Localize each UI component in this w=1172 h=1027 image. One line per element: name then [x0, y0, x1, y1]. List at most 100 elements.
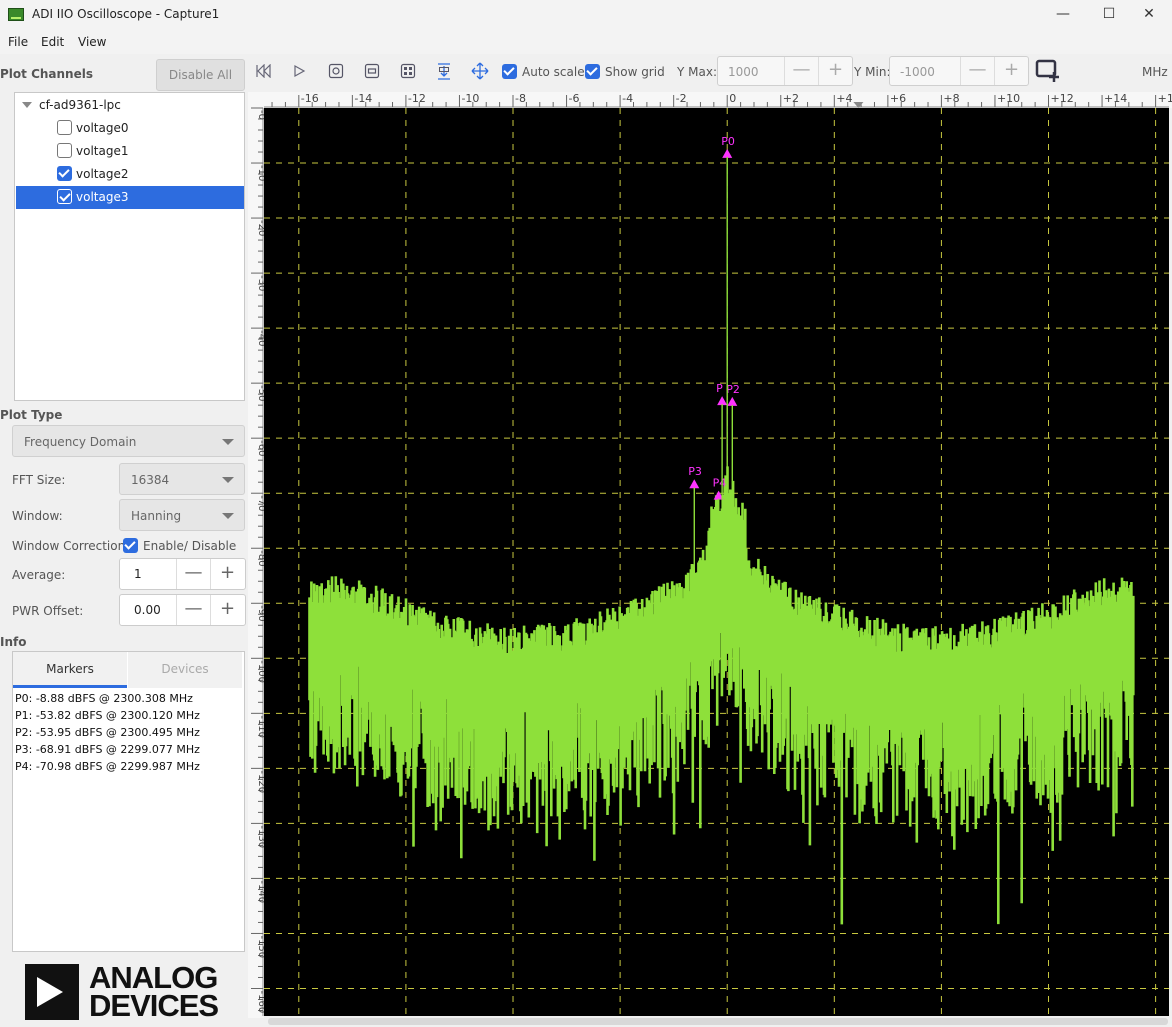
chevron-down-icon [222, 439, 234, 445]
ymax-spinbox[interactable]: 1000 — + [717, 56, 853, 86]
auto-scale-checkbox[interactable] [502, 64, 517, 79]
skip-start-icon[interactable] [256, 64, 272, 78]
ymax-increment-button[interactable]: + [818, 57, 852, 85]
plot-type-value: Frequency Domain [24, 435, 137, 449]
plot-type-select[interactable]: Frequency Domain [12, 425, 245, 457]
window-select[interactable]: Hanning [119, 499, 245, 531]
average-decrement-button[interactable]: — [176, 559, 210, 589]
window-correction-label: Window Correction: [12, 539, 130, 553]
fft-size-value: 16384 [131, 473, 170, 487]
single-capture-icon[interactable] [328, 63, 344, 79]
pwr-offset-spinbox[interactable]: 0.00 — + [119, 594, 246, 626]
pwr-offset-value: 0.00 [134, 603, 161, 617]
stop-icon[interactable] [364, 63, 380, 79]
info-label: Info [0, 635, 27, 649]
analog-devices-logo: ANALOG DEVICES [25, 962, 225, 1022]
frequency-unit: MHz [1142, 65, 1168, 79]
marker-label: P3 [688, 465, 702, 478]
x-tick-label: +10 [997, 92, 1020, 105]
horizontal-scrollbar[interactable] [268, 1018, 1168, 1025]
fft-size-label: FFT Size: [12, 473, 66, 487]
channel-label: voltage2 [76, 167, 129, 181]
collapse-arrow-icon[interactable] [22, 102, 32, 109]
marker-readout-p1: P1: -53.82 dBFS @ 2300.120 MHz [15, 709, 200, 722]
menu-edit[interactable]: Edit [41, 35, 64, 49]
logo-triangle-icon [25, 964, 79, 1020]
ymin-decrement-button[interactable]: — [960, 57, 994, 85]
menu-bar: File Edit View [0, 30, 1172, 54]
channel-row-voltage3[interactable]: voltage3 [16, 186, 244, 209]
menu-file[interactable]: File [8, 35, 28, 49]
show-grid-checkbox[interactable] [585, 64, 600, 79]
voltage0-checkbox[interactable] [57, 120, 72, 135]
chevron-down-icon [222, 477, 234, 483]
move-icon[interactable] [471, 62, 489, 80]
channel-row-voltage2[interactable]: voltage2 [16, 163, 244, 186]
play-icon[interactable] [292, 64, 306, 78]
tab-devices[interactable]: Devices [128, 652, 242, 688]
plot-type-label: Plot Type [0, 408, 63, 422]
fft-size-select[interactable]: 16384 [119, 463, 245, 495]
voltage3-checkbox[interactable] [57, 189, 72, 204]
channel-tree: cf-ad9361-lpc voltage0 voltage1 voltage2… [14, 92, 245, 401]
average-value: 1 [134, 567, 142, 581]
x-tick-label: +16 [1158, 92, 1172, 105]
window-value: Hanning [131, 509, 182, 523]
show-grid-label: Show grid [605, 65, 665, 79]
x-axis: -16 -14 -12 -10 -8 -6 -4 -2 0 +2 +4 +6 +8 +10 +12 +14 +1… [248, 92, 1172, 108]
x-tick-label: -10 [461, 92, 479, 105]
x-tick-label: -12 [408, 92, 426, 105]
marker-readout-p2: P2: -53.95 dBFS @ 2300.495 MHz [15, 726, 200, 739]
marker-label: P4 [713, 477, 727, 490]
window-correction-checkbox[interactable] [123, 538, 138, 553]
marker-label: P2 [726, 383, 740, 396]
pwr-offset-label: PWR Offset: [12, 604, 84, 618]
title-bar: ADI IIO Oscilloscope - Capture1 — ☐ ✕ [0, 0, 1172, 30]
ymin-increment-button[interactable]: + [994, 57, 1028, 85]
pwr-offset-decrement-button[interactable]: — [176, 595, 210, 625]
x-tick-label: +6 [890, 92, 906, 105]
channel-label: voltage0 [76, 121, 129, 135]
voltage2-checkbox[interactable] [57, 166, 72, 181]
average-increment-button[interactable]: + [210, 559, 244, 589]
menu-view[interactable]: View [78, 35, 106, 49]
x-tick-label: +14 [1104, 92, 1127, 105]
x-tick-label: -2 [676, 92, 687, 105]
ymin-value: -1000 [900, 65, 935, 79]
zoom-fit-icon[interactable] [400, 63, 416, 79]
channel-label: voltage3 [76, 190, 129, 204]
window-label: Window: [12, 509, 63, 523]
tree-device-row[interactable]: cf-ad9361-lpc [16, 94, 244, 117]
x-tick-label: -14 [354, 92, 372, 105]
channel-row-voltage1[interactable]: voltage1 [16, 140, 244, 163]
close-button[interactable]: ✕ [1126, 0, 1172, 30]
window-title: ADI IIO Oscilloscope - Capture1 [32, 7, 220, 21]
plot-channels-label: Plot Channels [0, 67, 93, 81]
x-tick-label: +2 [783, 92, 799, 105]
spectrum-plot[interactable]: -16 -14 -12 -10 -8 -6 -4 -2 0 +2 +4 +6 +8 +10 +12 +14 +1… [248, 92, 1172, 1027]
x-tick-label: 0 [729, 92, 736, 105]
ymax-value: 1000 [728, 65, 759, 79]
minimize-button[interactable]: — [1040, 0, 1086, 30]
x-tick-label: -16 [301, 92, 319, 105]
disable-all-button[interactable]: Disable All [156, 59, 245, 91]
average-label: Average: [12, 568, 66, 582]
voltage1-checkbox[interactable] [57, 143, 72, 158]
channel-label: voltage1 [76, 144, 129, 158]
channel-row-voltage0[interactable]: voltage0 [16, 117, 244, 140]
chevron-down-icon [222, 513, 234, 519]
window-correction-option: Enable/ Disable [143, 539, 237, 553]
ymin-spinbox[interactable]: -1000 — + [889, 56, 1029, 86]
pwr-offset-increment-button[interactable]: + [210, 595, 244, 625]
tab-markers[interactable]: Markers [13, 652, 127, 688]
auto-scale-label: Auto scale [522, 65, 585, 79]
x-tick-label: -4 [622, 92, 633, 105]
add-plot-icon[interactable] [1035, 59, 1061, 83]
ymax-decrement-button[interactable]: — [784, 57, 818, 85]
app-icon [8, 8, 24, 21]
ymin-label: Y Min: [854, 65, 891, 79]
marker-label: P0 [721, 135, 735, 148]
info-panel: Markers Devices P0: -8.88 dBFS @ 2300.30… [12, 651, 245, 952]
average-spinbox[interactable]: 1 — + [119, 558, 246, 590]
save-icon[interactable] [436, 63, 452, 80]
